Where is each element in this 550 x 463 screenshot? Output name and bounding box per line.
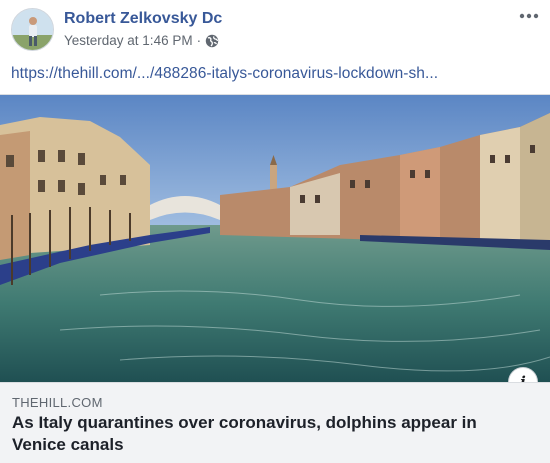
author-name[interactable]: Robert Zelkovsky Dc <box>64 10 222 28</box>
post-header: Robert Zelkovsky Dc Yesterday at 1:46 PM… <box>0 0 550 56</box>
avatar-photo <box>12 9 53 50</box>
venice-canal-photo <box>0 95 550 382</box>
link-headline[interactable]: As Italy quarantines over coronavirus, d… <box>12 412 532 456</box>
more-options-icon[interactable] <box>516 6 542 26</box>
post-timestamp[interactable]: Yesterday at 1:46 PM <box>64 33 193 48</box>
post-meta: Yesterday at 1:46 PM · <box>64 33 219 48</box>
link-preview-image[interactable] <box>0 94 550 382</box>
link-domain: THEHILL.COM <box>12 395 103 410</box>
avatar[interactable] <box>11 8 54 51</box>
link-preview-caption[interactable]: THEHILL.COM As Italy quarantines over co… <box>0 382 550 463</box>
post-link[interactable]: https://thehill.com/.../488286-italys-co… <box>11 65 438 83</box>
meta-separator: · <box>196 33 202 48</box>
globe-icon[interactable] <box>205 34 219 48</box>
